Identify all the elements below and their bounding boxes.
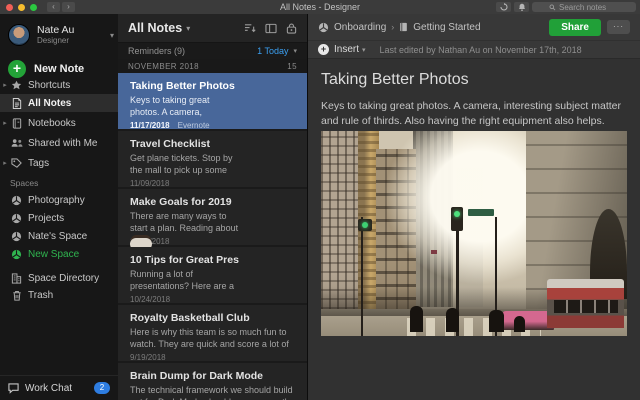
back-button[interactable]: ‹	[47, 2, 60, 12]
share-button[interactable]: Share	[549, 18, 601, 36]
account-switcher[interactable]: Nate Au Designer ▾	[8, 20, 114, 50]
more-options-button[interactable]: ···	[607, 20, 630, 34]
note-toolbar: Onboarding › Getting Started Share ···	[308, 14, 640, 40]
disclosure-icon[interactable]: ▸	[0, 119, 10, 127]
note-content[interactable]: Taking Better Photos Keys to taking grea…	[308, 58, 640, 400]
chevron-right-icon: ›	[391, 22, 395, 32]
titlebar: ‹ › All Notes - Designer	[0, 0, 640, 14]
lock-icon[interactable]	[286, 23, 297, 34]
last-edited-text: Last edited by Nathan Au on November 17t…	[379, 44, 582, 55]
traffic-light	[357, 219, 372, 232]
note-card[interactable]: 10 Tips for Great Presentations Running …	[118, 247, 307, 350]
space-icon	[10, 195, 23, 206]
sidebar-item-projects[interactable]: Projects	[0, 209, 118, 227]
traffic-light	[451, 206, 464, 231]
reminders-label: Reminders (9)	[128, 46, 186, 56]
reminders-row[interactable]: Reminders (9) 1 Today ▾	[118, 42, 307, 59]
sidebar-item-all-notes[interactable]: All Notes	[0, 94, 118, 112]
star-icon	[10, 80, 23, 91]
forward-button[interactable]: ›	[62, 2, 75, 12]
sidebar-item-space-directory[interactable]: Space Directory	[0, 269, 118, 287]
insert-button[interactable]: Insert	[334, 44, 359, 55]
note-date: 11/17/2018	[130, 121, 170, 130]
work-chat-button[interactable]: Work Chat 2	[0, 375, 118, 400]
breadcrumb-notebook[interactable]: Getting Started	[413, 22, 480, 33]
search-icon	[549, 4, 556, 10]
space-icon	[10, 231, 23, 242]
search-input[interactable]	[559, 2, 619, 12]
space-icon	[318, 22, 329, 32]
note-date: 11/09/2018	[130, 179, 170, 188]
note-photo-city-street[interactable]	[321, 131, 627, 336]
note-card[interactable]: Make Goals for 2019 There are many ways …	[118, 189, 307, 247]
minimize-button[interactable]	[18, 3, 25, 11]
sidebar: Nate Au Designer ▾ + New Note ▸ Shortcut…	[0, 14, 118, 400]
sort-options-icon[interactable]	[244, 23, 256, 34]
note-icon	[10, 97, 23, 109]
work-chat-badge: 2	[94, 382, 110, 394]
taxi	[501, 311, 554, 330]
reminders-today[interactable]: 1 Today	[257, 46, 288, 56]
view-options-icon[interactable]	[265, 23, 277, 34]
sidebar-item-notebooks[interactable]: ▸ Notebooks	[0, 114, 118, 132]
trash-icon	[10, 290, 23, 301]
insert-plus-icon: +	[318, 44, 329, 55]
chevron-down-icon[interactable]: ▾	[293, 47, 297, 55]
sidebar-item-trash[interactable]: Trash	[0, 286, 118, 304]
sync-button[interactable]	[496, 2, 511, 12]
chevron-down-icon[interactable]: ▾	[186, 24, 190, 33]
sidebar-item-shared-with-me[interactable]: Shared with Me	[0, 134, 118, 152]
note-date: 9/19/2018	[130, 353, 166, 362]
note-card[interactable]: Taking Better Photos Keys to taking grea…	[118, 73, 307, 131]
street-sign	[467, 208, 494, 216]
breadcrumb-space[interactable]: Onboarding	[334, 22, 386, 33]
notebook-icon	[10, 117, 23, 129]
sidebar-item-nates-space[interactable]: Nate's Space	[0, 227, 118, 245]
people-icon	[10, 138, 23, 148]
bus	[547, 278, 624, 328]
note-card[interactable]: Brain Dump for Dark Mode The technical f…	[118, 363, 307, 400]
bell-icon	[518, 3, 525, 11]
note-card[interactable]: Travel Checklist Get plane tickets. Stop…	[118, 131, 307, 189]
space-icon	[10, 213, 23, 224]
user-role: Designer	[37, 36, 70, 46]
spaces-section-label: Spaces	[10, 178, 39, 188]
note-date: 10/24/2018	[130, 295, 171, 304]
close-button[interactable]	[6, 3, 13, 11]
note-tag: Evernote	[177, 121, 210, 130]
notes-list-header: All Notes ▾	[118, 14, 307, 42]
breadcrumb: Onboarding › Getting Started	[318, 22, 481, 33]
month-section-header: NOVEMBER 2018 15	[118, 59, 307, 73]
note-title[interactable]: Taking Better Photos	[321, 71, 469, 89]
user-name: Nate Au	[37, 24, 75, 37]
tag-icon	[10, 157, 23, 169]
building-icon	[10, 272, 23, 284]
disclosure-icon[interactable]: ▸	[0, 159, 10, 167]
section-count: 15	[287, 61, 297, 71]
sidebar-item-shortcuts[interactable]: ▸ Shortcuts	[0, 76, 118, 94]
disclosure-icon[interactable]: ▸	[0, 81, 10, 89]
notifications-button[interactable]	[514, 2, 529, 12]
evernote-window: ‹ › All Notes - Designer Nate Au Designe…	[0, 0, 640, 400]
avatar	[8, 24, 30, 46]
insert-bar: + Insert ▾ Last edited by Nathan Au on N…	[308, 40, 640, 58]
note-body[interactable]: Keys to taking great photos. A camera, i…	[321, 99, 633, 128]
note-cards: Taking Better Photos Keys to taking grea…	[118, 73, 307, 400]
search-field[interactable]	[532, 2, 636, 12]
note-editor-panel: Onboarding › Getting Started Share ··· +…	[308, 14, 640, 400]
space-icon	[10, 249, 23, 260]
notebook-icon	[400, 22, 408, 32]
sidebar-item-tags[interactable]: ▸ Tags	[0, 154, 118, 172]
sync-icon	[499, 3, 508, 11]
notes-list-title[interactable]: All Notes	[128, 21, 182, 35]
note-card[interactable]: Royalty Basketball Club Here is why this…	[118, 305, 307, 363]
chat-icon	[8, 382, 19, 394]
sidebar-item-photography[interactable]: Photography	[0, 191, 118, 209]
sidebar-item-new-space[interactable]: New Space	[0, 245, 118, 263]
notes-list-panel: All Notes ▾ Reminders (9) 1 Today ▾ NOVE…	[118, 14, 308, 400]
zoom-button[interactable]	[30, 3, 37, 11]
chevron-down-icon[interactable]: ▾	[362, 46, 366, 54]
chevron-down-icon: ▾	[109, 30, 114, 40]
